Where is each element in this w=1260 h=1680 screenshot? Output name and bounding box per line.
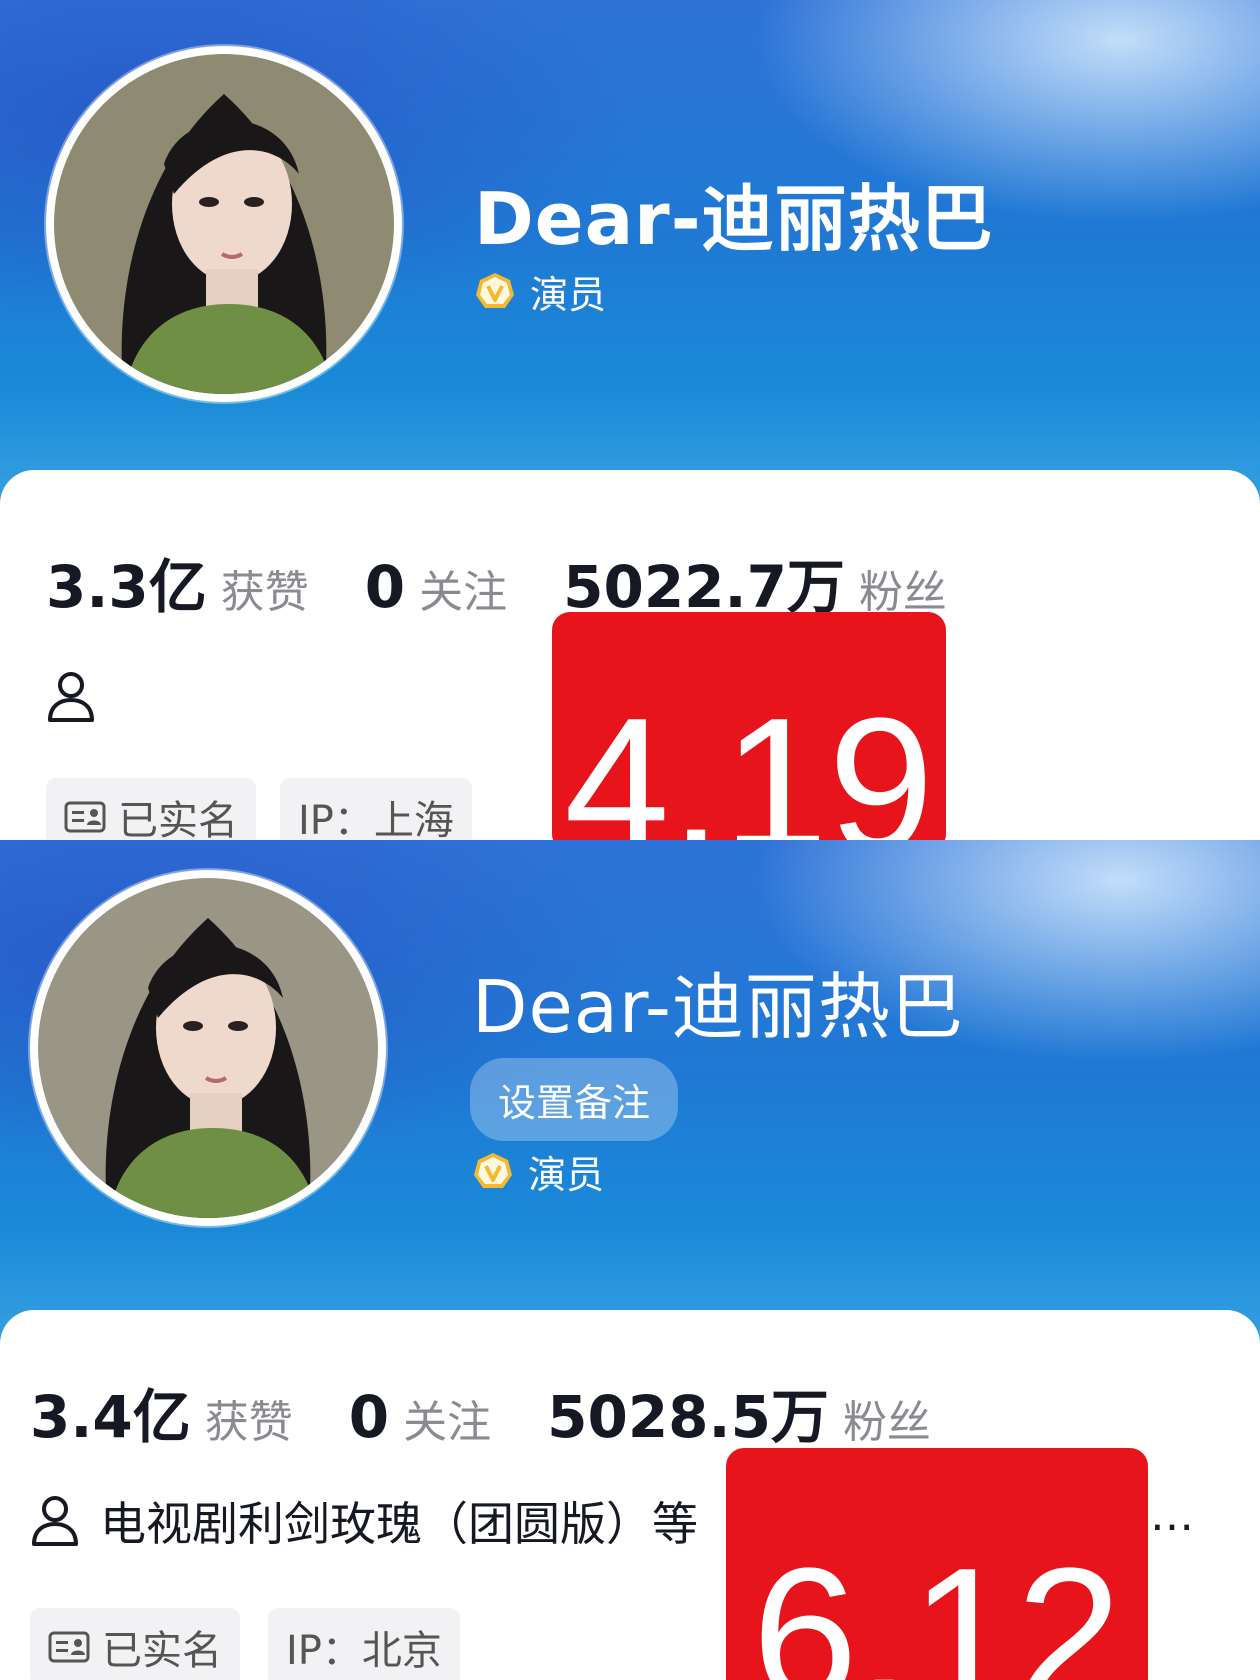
followers-label[interactable]: 粉丝 [843, 1386, 931, 1450]
likes-label: 获赞 [204, 1397, 293, 1448]
person-icon [32, 1496, 78, 1546]
following-label[interactable]: 关注 [403, 1386, 491, 1450]
following-label[interactable]: 关注 [419, 556, 507, 620]
real-name-tag: 已实名 [46, 778, 256, 840]
verified-label: 演员 [528, 1153, 605, 1197]
likes-label: 获赞 [220, 567, 309, 618]
person-icon [48, 672, 94, 722]
profile-panel-2: Dear-迪丽热巴 设置备注 演员 3.4亿 获赞 0 关注 5028.5万 粉… [0, 840, 1260, 1680]
real-name-tag: 已实名 [30, 1608, 240, 1680]
set-remark-button[interactable]: 设置备注 [470, 1058, 679, 1141]
stats-row: 3.4亿 获赞 0 关注 5028.5万 粉丝 [30, 1370, 987, 1454]
followers-label[interactable]: 粉丝 [859, 556, 947, 620]
avatar-image [38, 878, 378, 1218]
date-overlay-box: 6.12 [726, 1448, 1148, 1680]
real-name-label: 已实名 [102, 1628, 222, 1674]
verified-badge-icon [476, 272, 514, 308]
avatar[interactable] [30, 870, 386, 1226]
bio-text: 电视剧利剑玫瑰（团圆版）等 [100, 1497, 698, 1551]
avatar[interactable] [46, 46, 402, 402]
likes-count: 3.3亿 [46, 553, 207, 621]
likes-count: 3.4亿 [30, 1383, 191, 1451]
ip-location-tag: IP：上海 [280, 778, 472, 840]
following-count[interactable]: 0 [365, 553, 405, 621]
ip-location-label: IP：北京 [286, 1628, 442, 1674]
date-overlay-box: 4.19 [552, 612, 946, 840]
date-overlay-number: 4.19 [564, 679, 934, 840]
following-count[interactable]: 0 [349, 1383, 389, 1451]
followers-count[interactable]: 5028.5万 [547, 1370, 829, 1454]
bio-row [46, 670, 96, 724]
verified-label: 演员 [530, 273, 607, 317]
date-overlay-number: 6.12 [752, 1529, 1122, 1680]
real-name-label: 已实名 [118, 798, 238, 840]
ip-location-label: IP：上海 [298, 798, 454, 840]
verification-row: 演员 [474, 264, 606, 319]
profile-name: Dear-迪丽热巴 [472, 965, 964, 1049]
id-card-icon [48, 1631, 90, 1663]
profile-panel-1: Dear-迪丽热巴 演员 3.3亿 获赞 0 关注 5022.7万 粉丝 已实名… [0, 0, 1260, 840]
verification-row: 演员 [472, 1144, 604, 1199]
profile-name: Dear-迪丽热巴 [474, 177, 994, 261]
id-card-icon [64, 801, 106, 833]
verified-badge-icon [474, 1152, 512, 1188]
avatar-image [54, 54, 394, 394]
bio-more-ellipsis[interactable]: … [1150, 1490, 1194, 1541]
bio-row[interactable]: 电视剧利剑玫瑰（团圆版）等 [30, 1488, 698, 1554]
ip-location-tag: IP：北京 [268, 1608, 460, 1680]
